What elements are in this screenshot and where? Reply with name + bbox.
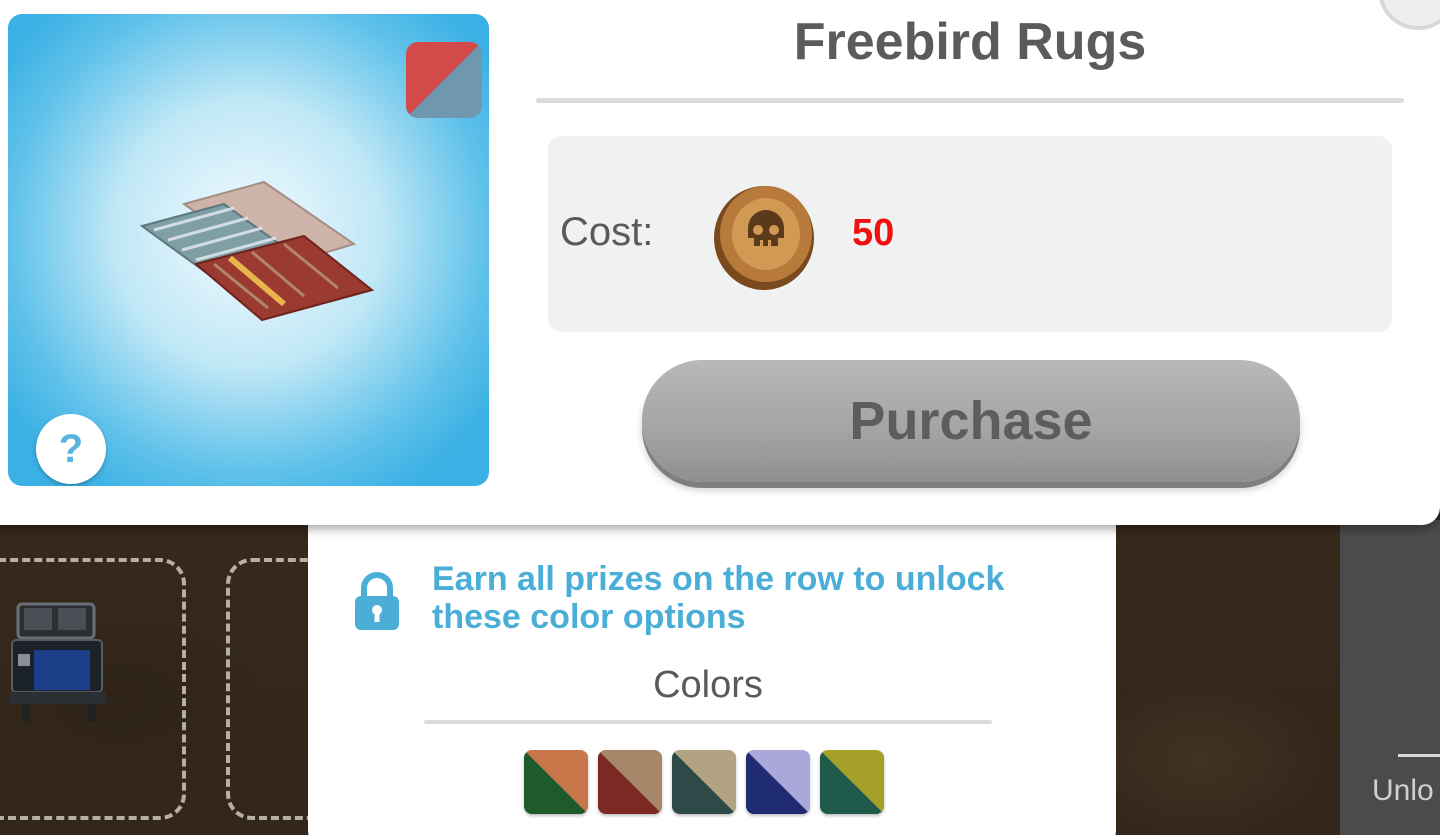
color-options-panel: Earn all prizes on the row to unlock the… [308, 500, 1116, 835]
side-panel-label: Unlo [1372, 774, 1434, 807]
item-dialog: ? Freebird Rugs Cost: 50 Purchase [0, 0, 1440, 525]
skull-coin-icon [714, 186, 814, 290]
color-swatch[interactable] [524, 750, 588, 814]
colors-heading: Colors [653, 664, 763, 706]
title-divider [536, 98, 1404, 103]
side-panel-divider [1398, 754, 1440, 757]
color-swatch[interactable] [598, 750, 662, 814]
unlock-message: Earn all prizes on the row to unlock the… [432, 560, 1005, 636]
cost-box: Cost: 50 [548, 136, 1392, 332]
machine-icon[interactable] [4, 596, 108, 726]
help-button[interactable]: ? [36, 414, 106, 484]
cost-value: 50 [852, 212, 895, 254]
color-swatch[interactable] [746, 750, 810, 814]
rug-preview-image [139, 180, 375, 322]
item-title: Freebird Rugs [793, 13, 1147, 71]
purchase-button[interactable]: Purchase [642, 360, 1300, 482]
item-preview-card: ? [8, 14, 489, 486]
selected-color-badge[interactable] [406, 42, 482, 118]
colors-divider [424, 720, 992, 724]
lock-icon [355, 572, 399, 630]
color-swatch[interactable] [820, 750, 884, 814]
cost-label: Cost: [560, 210, 654, 254]
color-swatch[interactable] [672, 750, 736, 814]
